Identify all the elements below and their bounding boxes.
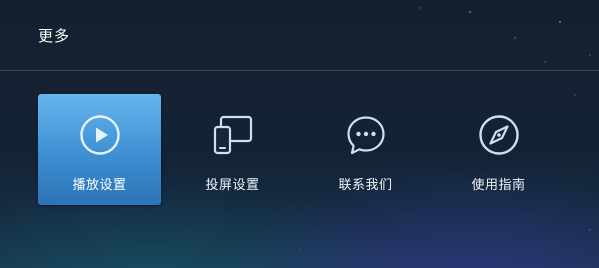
menu-tile-cast-settings[interactable]: 投屏设置 <box>171 94 294 205</box>
play-icon <box>79 114 121 156</box>
menu-tile-label: 播放设置 <box>72 178 127 193</box>
menu-tile-label: 使用指南 <box>471 178 526 193</box>
menu-tile-user-guide[interactable]: 使用指南 <box>437 94 560 205</box>
menu-tile-label: 投屏设置 <box>205 178 260 193</box>
header: 更多 <box>0 0 599 70</box>
compass-icon <box>478 114 520 156</box>
screen-cast-icon <box>212 114 254 156</box>
header-divider <box>0 70 599 71</box>
menu-grid: 播放设置 投屏设置 联系我们 使用指南 <box>38 94 568 205</box>
page-title: 更多 <box>38 27 71 45</box>
menu-tile-label: 联系我们 <box>338 178 393 193</box>
chat-icon <box>345 114 387 156</box>
menu-tile-contact-us[interactable]: 联系我们 <box>304 94 427 205</box>
menu-tile-playback-settings[interactable]: 播放设置 <box>38 94 161 205</box>
